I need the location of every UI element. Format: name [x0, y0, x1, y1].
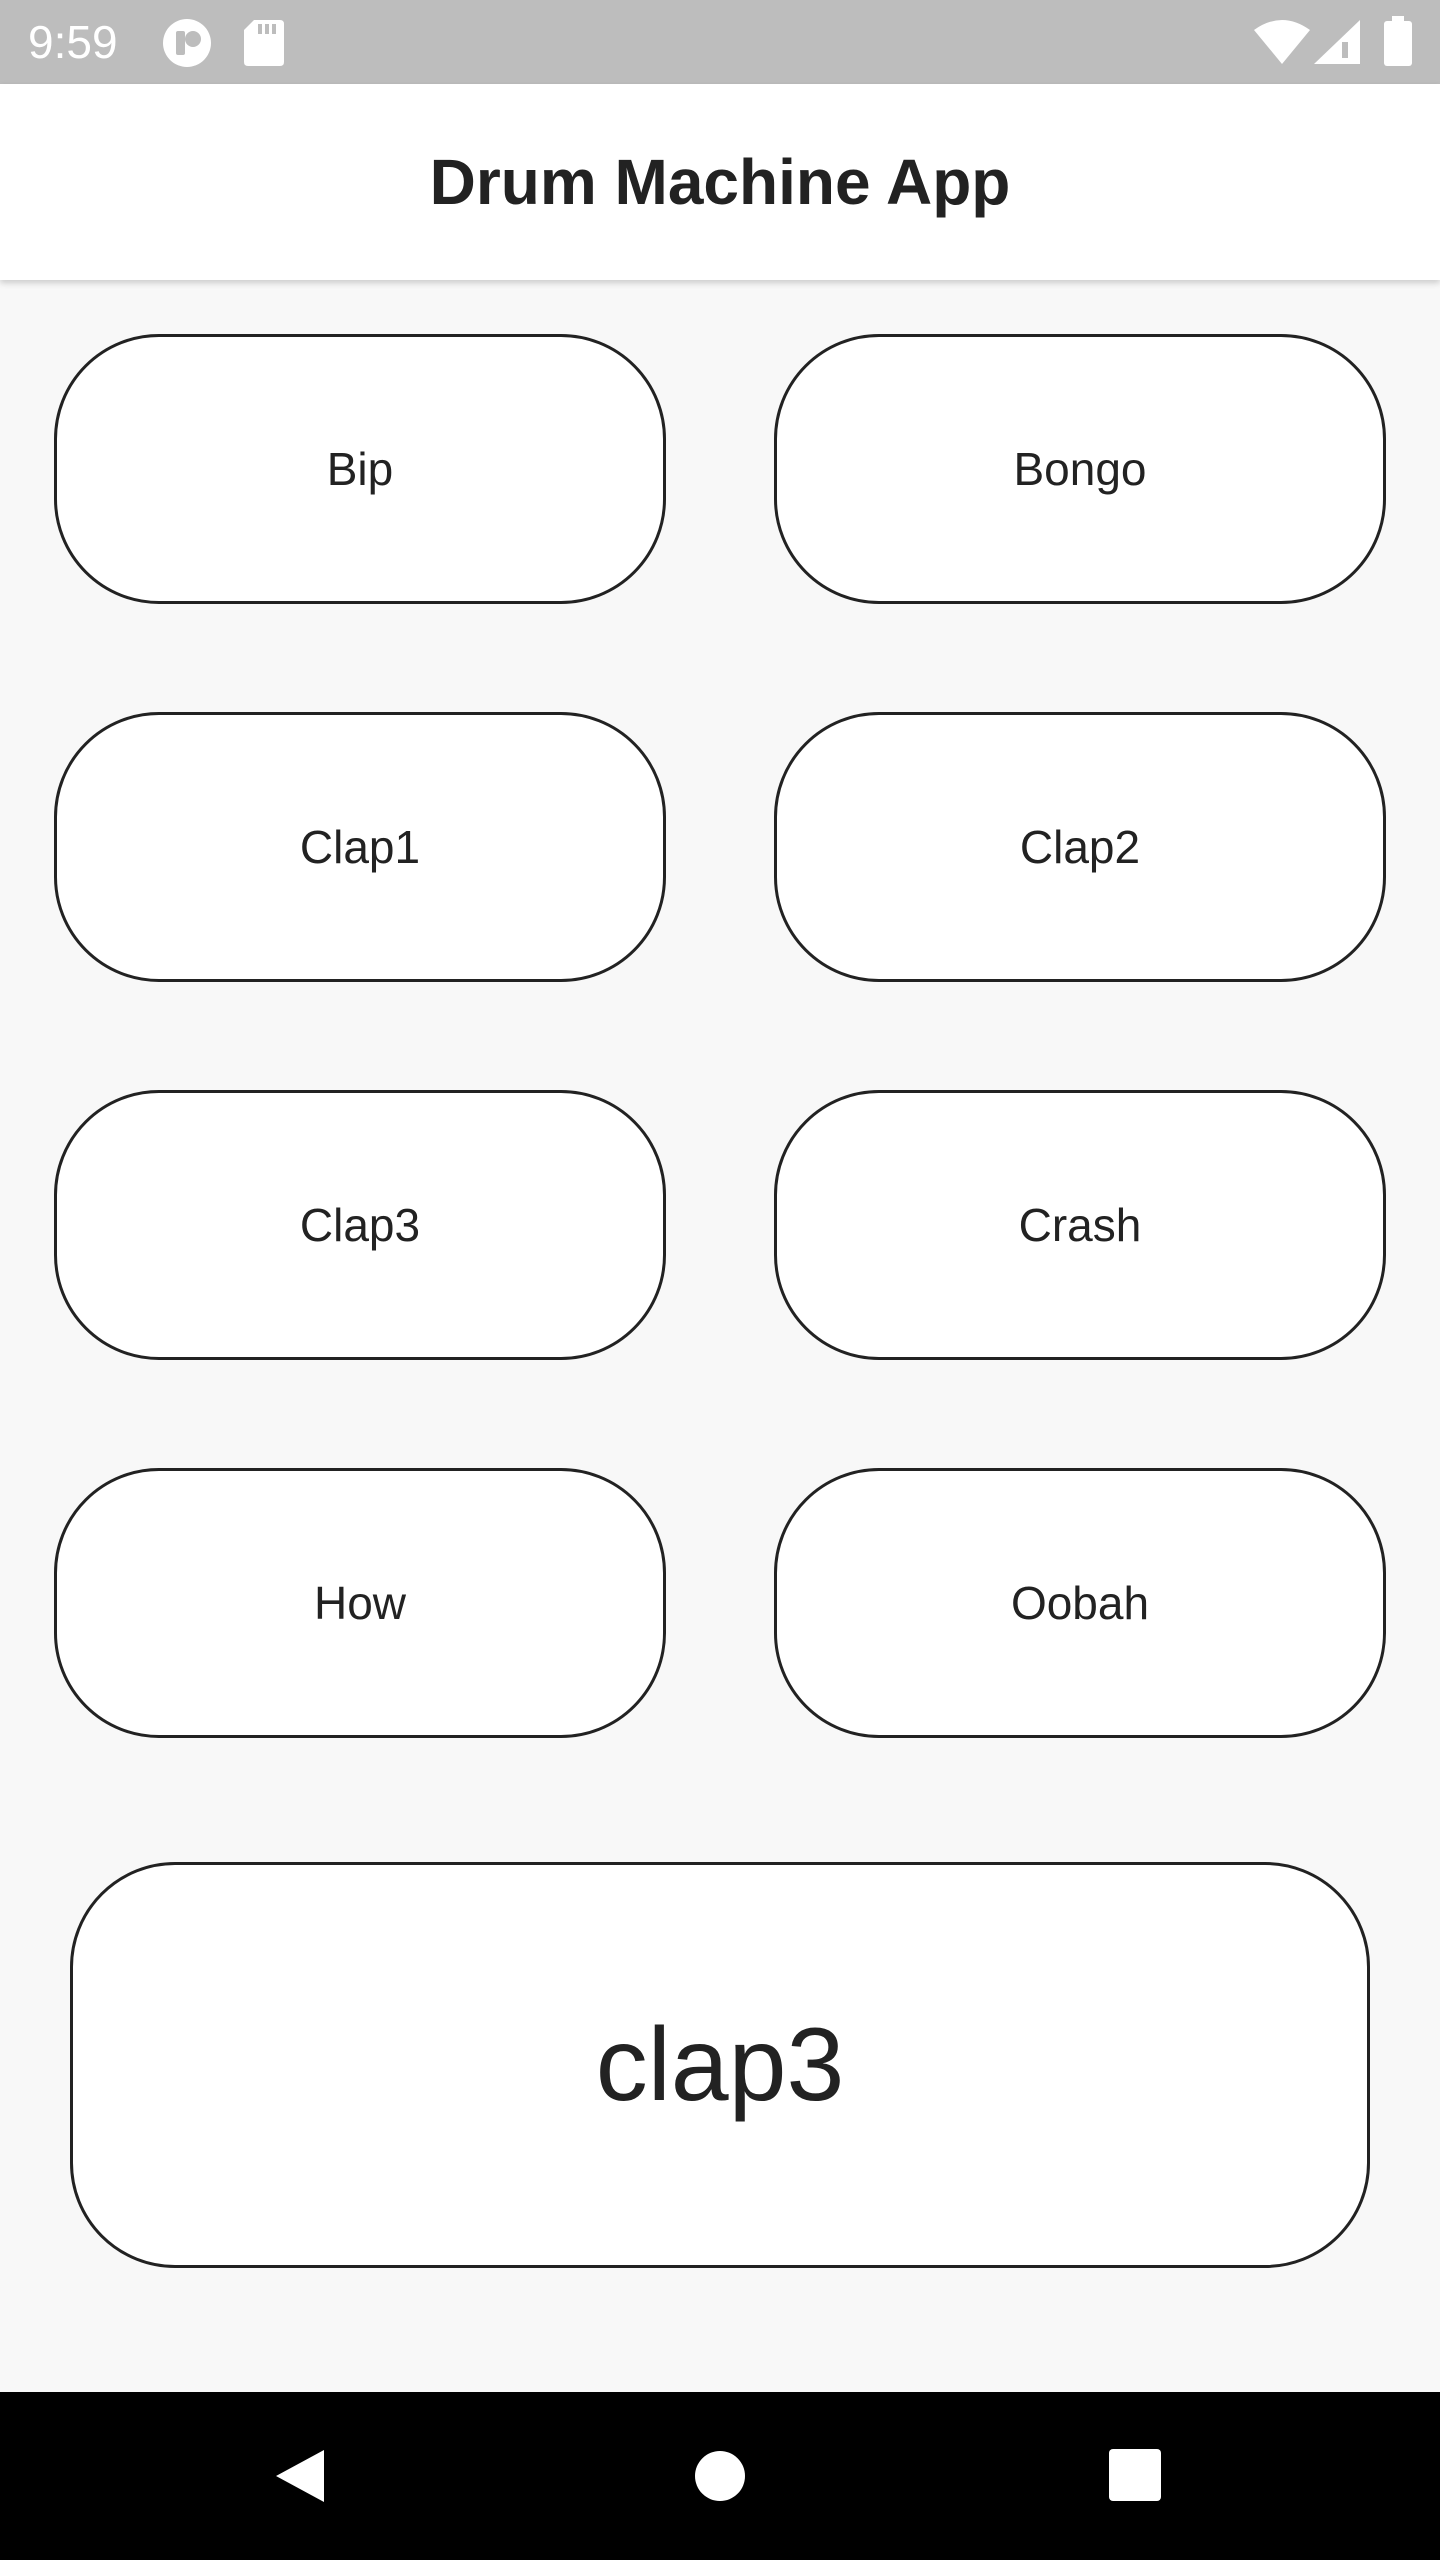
home-icon[interactable] [694, 2450, 746, 2502]
app-bar: Drum Machine App [0, 84, 1440, 280]
pad-bongo-button[interactable]: Bongo [774, 334, 1386, 604]
recents-icon[interactable] [1108, 2448, 1162, 2502]
notification-icon [163, 19, 211, 67]
status-time: 9:59 [28, 16, 118, 68]
sd-card-icon [244, 20, 284, 66]
status-bar: 9:59 [0, 0, 1440, 84]
back-icon[interactable] [270, 2446, 330, 2506]
pad-crash-button[interactable]: Crash [774, 1090, 1386, 1360]
current-sound-display: clap3 [70, 1862, 1370, 2268]
wifi-icon [1254, 20, 1310, 64]
navigation-bar [0, 2392, 1440, 2560]
pad-clap2-button[interactable]: Clap2 [774, 712, 1386, 982]
pad-clap3-button[interactable]: Clap3 [54, 1090, 666, 1360]
app-title: Drum Machine App [429, 146, 1011, 218]
battery-icon [1384, 16, 1412, 66]
pad-how-button[interactable]: How [54, 1468, 666, 1738]
pad-oobah-button[interactable]: Oobah [774, 1468, 1386, 1738]
cell-signal-icon [1314, 20, 1360, 64]
pad-clap1-button[interactable]: Clap1 [54, 712, 666, 982]
pad-bip-button[interactable]: Bip [54, 334, 666, 604]
